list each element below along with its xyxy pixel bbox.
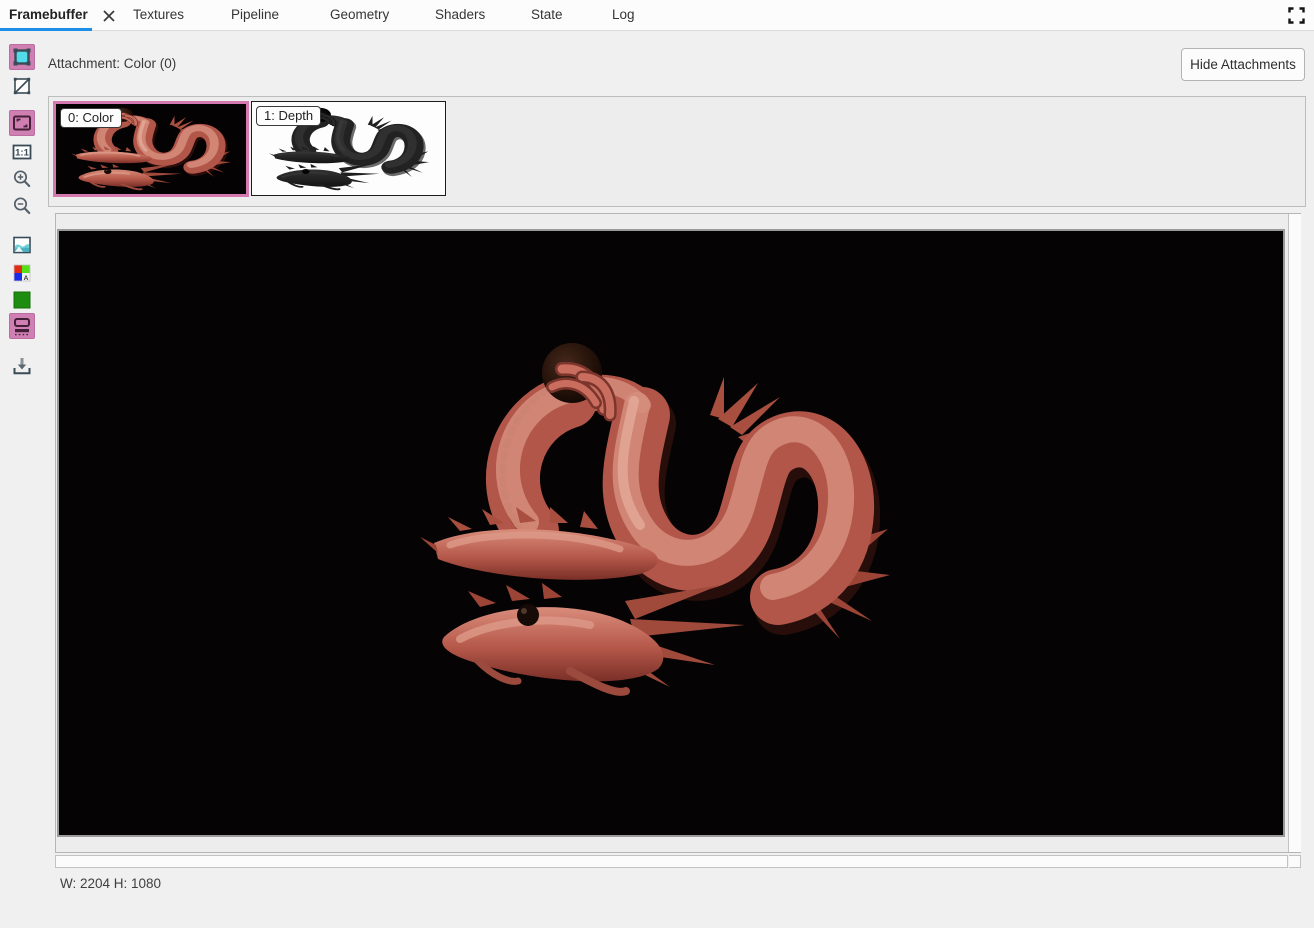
tab-textures[interactable]: Textures xyxy=(133,7,184,22)
zoom-in-icon xyxy=(11,168,33,190)
scrollbar-corner xyxy=(1289,855,1301,868)
viewport-panel xyxy=(55,213,1301,853)
alpha-blend-button[interactable] xyxy=(9,73,35,99)
alpha-blend-icon xyxy=(11,75,33,97)
image-size-label: W: 2204 H: 1080 xyxy=(60,876,161,891)
tab-pipeline[interactable]: Pipeline xyxy=(231,7,279,22)
save-image-icon xyxy=(11,355,33,377)
close-icon xyxy=(101,8,117,24)
color-buffer-icon xyxy=(11,46,33,68)
attachment-badge: 0: Color xyxy=(60,108,122,128)
fullscreen-icon xyxy=(1288,7,1305,24)
tab-bar: Framebuffer Textures Pipeline Geometry S… xyxy=(0,0,1314,31)
attachment-thumb-color[interactable]: 0: Color xyxy=(53,101,249,197)
background-image-icon xyxy=(11,234,33,256)
svg-text:1:1: 1:1 xyxy=(15,148,29,159)
fullscreen-button[interactable] xyxy=(1288,7,1305,24)
horizontal-scrollbar[interactable] xyxy=(55,855,1288,868)
tab-state[interactable]: State xyxy=(531,7,563,22)
zoom-out-button[interactable] xyxy=(9,193,35,219)
tab-geometry[interactable]: Geometry xyxy=(330,7,389,22)
vertical-scrollbar[interactable] xyxy=(1288,214,1301,852)
framebuffer-canvas[interactable] xyxy=(57,229,1285,837)
framebuffer-viewer-window: Framebuffer Textures Pipeline Geometry S… xyxy=(0,0,1314,928)
hide-attachments-button[interactable]: Hide Attachments xyxy=(1181,48,1305,81)
tab-shaders[interactable]: Shaders xyxy=(435,7,485,22)
active-tab-underline xyxy=(0,28,92,31)
zoom-in-button[interactable] xyxy=(9,166,35,192)
clear-color-button[interactable] xyxy=(9,287,35,313)
dragon-render xyxy=(420,338,890,700)
rgba-channels-icon: A xyxy=(11,262,33,284)
tab-log[interactable]: Log xyxy=(612,7,635,22)
fit-to-window-button[interactable] xyxy=(9,110,35,136)
range-button[interactable] xyxy=(9,313,35,339)
close-tab-button[interactable] xyxy=(101,8,117,24)
rgba-channels-button[interactable]: A xyxy=(9,260,35,286)
fit-to-window-icon xyxy=(11,112,33,134)
tab-framebuffer[interactable]: Framebuffer xyxy=(9,7,88,22)
attachments-strip: 0: Color 1: Depth xyxy=(48,96,1306,207)
attachment-thumb-depth[interactable]: 1: Depth xyxy=(251,101,446,196)
actual-size-button[interactable]: 1:1 xyxy=(9,139,35,165)
clear-color-icon xyxy=(11,289,33,311)
actual-size-icon: 1:1 xyxy=(11,141,33,163)
svg-text:A: A xyxy=(24,275,29,282)
color-buffer-button[interactable] xyxy=(9,44,35,70)
background-image-button[interactable] xyxy=(9,232,35,258)
attachment-badge: 1: Depth xyxy=(256,106,321,126)
range-icon xyxy=(11,315,33,337)
attachment-label: Attachment: Color (0) xyxy=(48,56,176,71)
zoom-out-icon xyxy=(11,195,33,217)
save-image-button[interactable] xyxy=(9,353,35,379)
